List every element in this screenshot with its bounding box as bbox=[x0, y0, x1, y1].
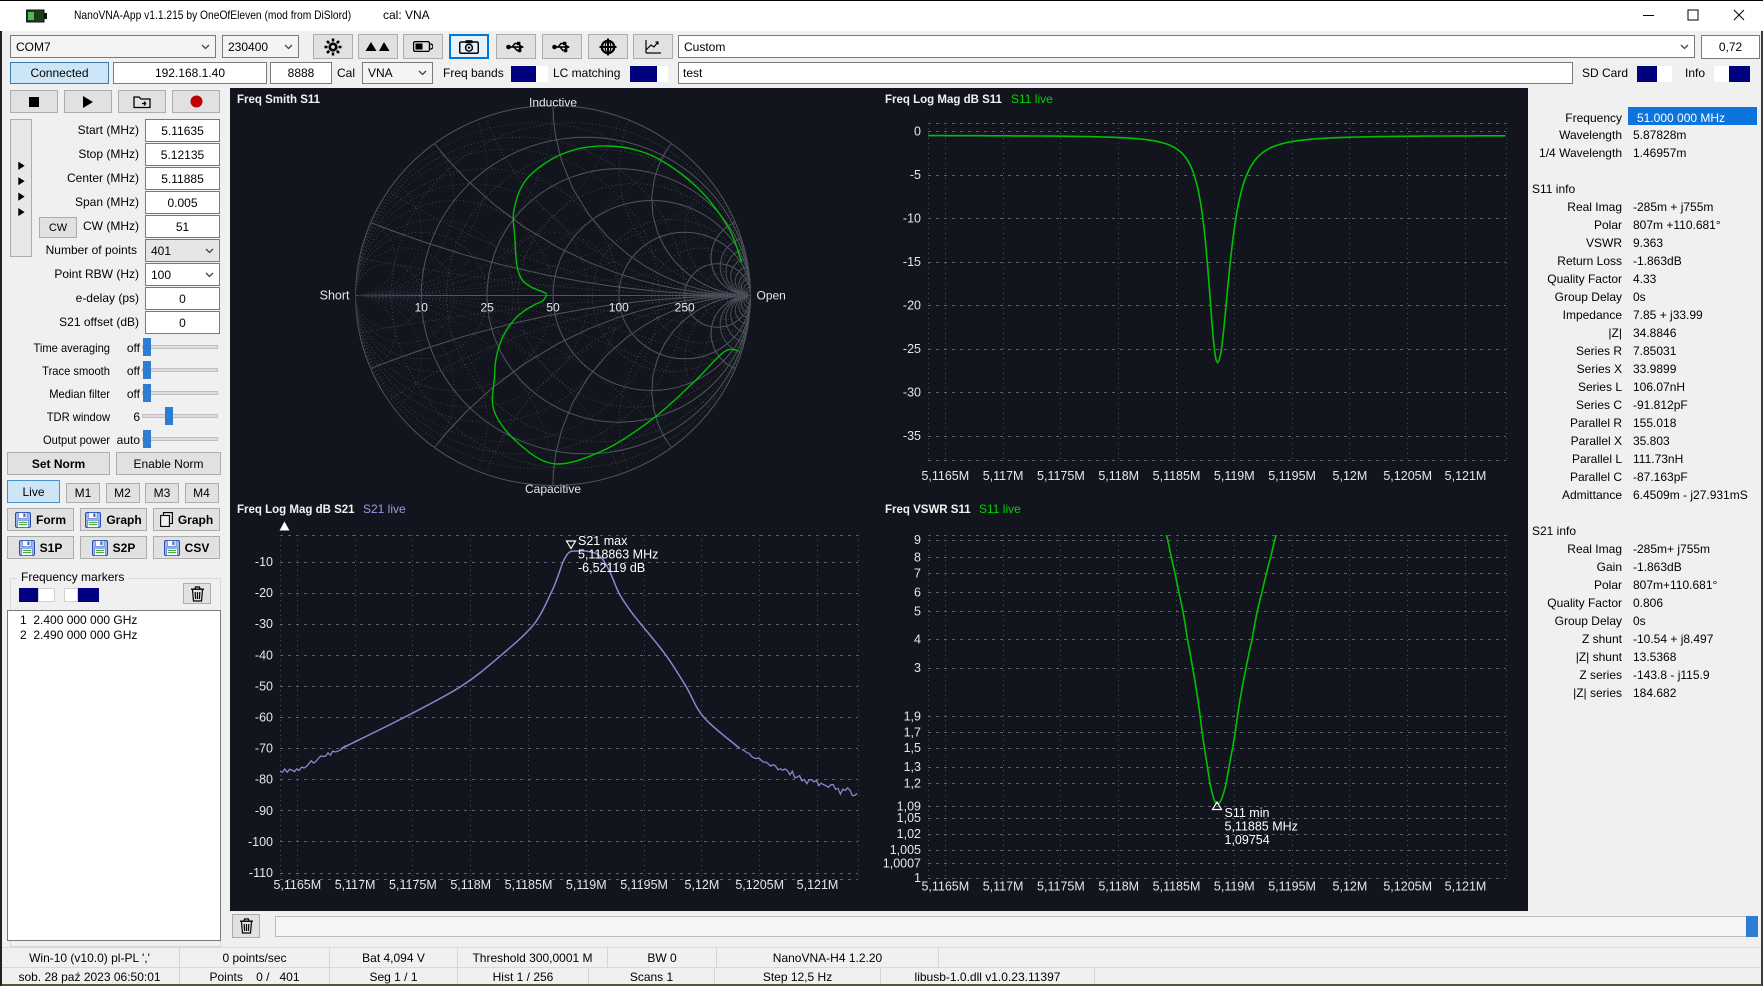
svg-text:Freq VSWR S11: Freq VSWR S11 bbox=[885, 504, 971, 516]
svg-text:5,1205M: 5,1205M bbox=[1383, 469, 1432, 483]
svg-text:1,09754: 1,09754 bbox=[1225, 833, 1270, 847]
svg-text:10: 10 bbox=[415, 301, 429, 315]
svg-text:Freq Log Mag dB S21: Freq Log Mag dB S21 bbox=[237, 504, 355, 516]
svg-text:5,1175M: 5,1175M bbox=[1037, 880, 1085, 894]
svg-text:-20: -20 bbox=[255, 586, 273, 600]
svg-text:5,1175M: 5,1175M bbox=[389, 878, 437, 892]
svg-text:5,1185M: 5,1185M bbox=[1153, 880, 1201, 894]
svg-text:9: 9 bbox=[914, 533, 921, 547]
svg-text:5: 5 bbox=[914, 605, 921, 619]
svg-text:1,005: 1,005 bbox=[890, 843, 921, 857]
svg-text:5,1165M: 5,1165M bbox=[273, 878, 321, 892]
svg-text:5,1195M: 5,1195M bbox=[1268, 880, 1316, 894]
svg-text:4: 4 bbox=[914, 633, 921, 647]
svg-text:1,7: 1,7 bbox=[904, 726, 921, 740]
svg-text:5,1165M: 5,1165M bbox=[921, 880, 969, 894]
svg-text:5,11885 MHz: 5,11885 MHz bbox=[1225, 820, 1298, 834]
svg-text:5,119M: 5,119M bbox=[1214, 469, 1255, 483]
svg-text:-5: -5 bbox=[910, 168, 921, 182]
svg-text:5,1195M: 5,1195M bbox=[620, 878, 668, 892]
svg-text:5,121M: 5,121M bbox=[1445, 880, 1487, 894]
svg-text:-100: -100 bbox=[248, 835, 273, 849]
svg-text:-40: -40 bbox=[255, 648, 273, 662]
svg-text:-15: -15 bbox=[903, 255, 921, 269]
svg-text:5,117M: 5,117M bbox=[335, 878, 376, 892]
svg-text:5,1185M: 5,1185M bbox=[505, 878, 553, 892]
svg-text:1,9: 1,9 bbox=[904, 710, 921, 724]
svg-text:Short: Short bbox=[320, 289, 350, 303]
svg-text:S21 live: S21 live bbox=[363, 502, 406, 516]
svg-text:1,3: 1,3 bbox=[904, 760, 921, 774]
svg-text:Freq Log Mag dB S11: Freq Log Mag dB S11 bbox=[885, 94, 1003, 106]
svg-text:-70: -70 bbox=[255, 742, 273, 756]
svg-text:Open: Open bbox=[757, 289, 786, 303]
svg-text:Freq Smith S11: Freq Smith S11 bbox=[237, 94, 321, 106]
svg-text:1,05: 1,05 bbox=[897, 811, 921, 825]
svg-text:-35: -35 bbox=[903, 429, 921, 443]
svg-text:-50: -50 bbox=[255, 679, 273, 693]
svg-text:1,02: 1,02 bbox=[897, 827, 921, 841]
svg-text:5,12M: 5,12M bbox=[1333, 469, 1368, 483]
svg-text:-30: -30 bbox=[255, 617, 273, 631]
svg-text:5,117M: 5,117M bbox=[983, 880, 1024, 894]
svg-text:5,1175M: 5,1175M bbox=[1037, 469, 1085, 483]
svg-text:1,0007: 1,0007 bbox=[883, 857, 921, 871]
svg-text:S11 min: S11 min bbox=[1225, 806, 1270, 820]
svg-text:-30: -30 bbox=[903, 386, 921, 400]
svg-text:1,5: 1,5 bbox=[904, 741, 921, 755]
svg-text:5,118M: 5,118M bbox=[450, 878, 491, 892]
svg-text:100: 100 bbox=[609, 301, 629, 315]
svg-text:-90: -90 bbox=[255, 804, 273, 818]
svg-text:S21 max: S21 max bbox=[578, 534, 628, 548]
svg-text:5,118863 MHz: 5,118863 MHz bbox=[578, 548, 658, 562]
svg-text:5,119M: 5,119M bbox=[566, 878, 607, 892]
svg-text:-20: -20 bbox=[903, 299, 921, 313]
svg-text:5,1195M: 5,1195M bbox=[1268, 469, 1316, 483]
svg-text:50: 50 bbox=[546, 301, 560, 315]
svg-text:5,118M: 5,118M bbox=[1098, 469, 1139, 483]
svg-text:5,1205M: 5,1205M bbox=[735, 878, 784, 892]
svg-text:5,1185M: 5,1185M bbox=[1153, 469, 1201, 483]
svg-text:25: 25 bbox=[481, 301, 495, 315]
svg-text:S11 live: S11 live bbox=[979, 502, 1021, 516]
svg-text:-10: -10 bbox=[255, 555, 273, 569]
svg-text:0: 0 bbox=[914, 125, 921, 139]
svg-text:5,121M: 5,121M bbox=[1445, 469, 1487, 483]
svg-text:S11 live: S11 live bbox=[1011, 92, 1053, 106]
svg-text:5,12M: 5,12M bbox=[1333, 880, 1368, 894]
svg-text:Inductive: Inductive bbox=[529, 96, 577, 110]
svg-text:1: 1 bbox=[914, 871, 921, 885]
svg-text:1,2: 1,2 bbox=[904, 777, 921, 791]
svg-text:-80: -80 bbox=[255, 773, 273, 787]
svg-text:3: 3 bbox=[914, 661, 921, 675]
svg-text:5,1205M: 5,1205M bbox=[1383, 880, 1432, 894]
svg-text:5,118M: 5,118M bbox=[1098, 880, 1139, 894]
svg-text:8: 8 bbox=[914, 551, 921, 565]
svg-text:-25: -25 bbox=[903, 342, 921, 356]
svg-text:-10: -10 bbox=[903, 212, 921, 226]
svg-text:6: 6 bbox=[914, 586, 921, 600]
svg-text:5,119M: 5,119M bbox=[1214, 880, 1255, 894]
svg-text:7: 7 bbox=[914, 567, 921, 581]
svg-text:5,121M: 5,121M bbox=[797, 878, 839, 892]
svg-text:5,1165M: 5,1165M bbox=[921, 469, 969, 483]
svg-text:5,117M: 5,117M bbox=[983, 469, 1024, 483]
svg-text:-60: -60 bbox=[255, 711, 273, 725]
svg-text:-110: -110 bbox=[249, 866, 273, 880]
svg-text:Capacitive: Capacitive bbox=[525, 482, 581, 496]
svg-text:250: 250 bbox=[675, 301, 695, 315]
svg-text:-6,52119 dB: -6,52119 dB bbox=[578, 561, 645, 575]
svg-text:5,12M: 5,12M bbox=[685, 878, 720, 892]
